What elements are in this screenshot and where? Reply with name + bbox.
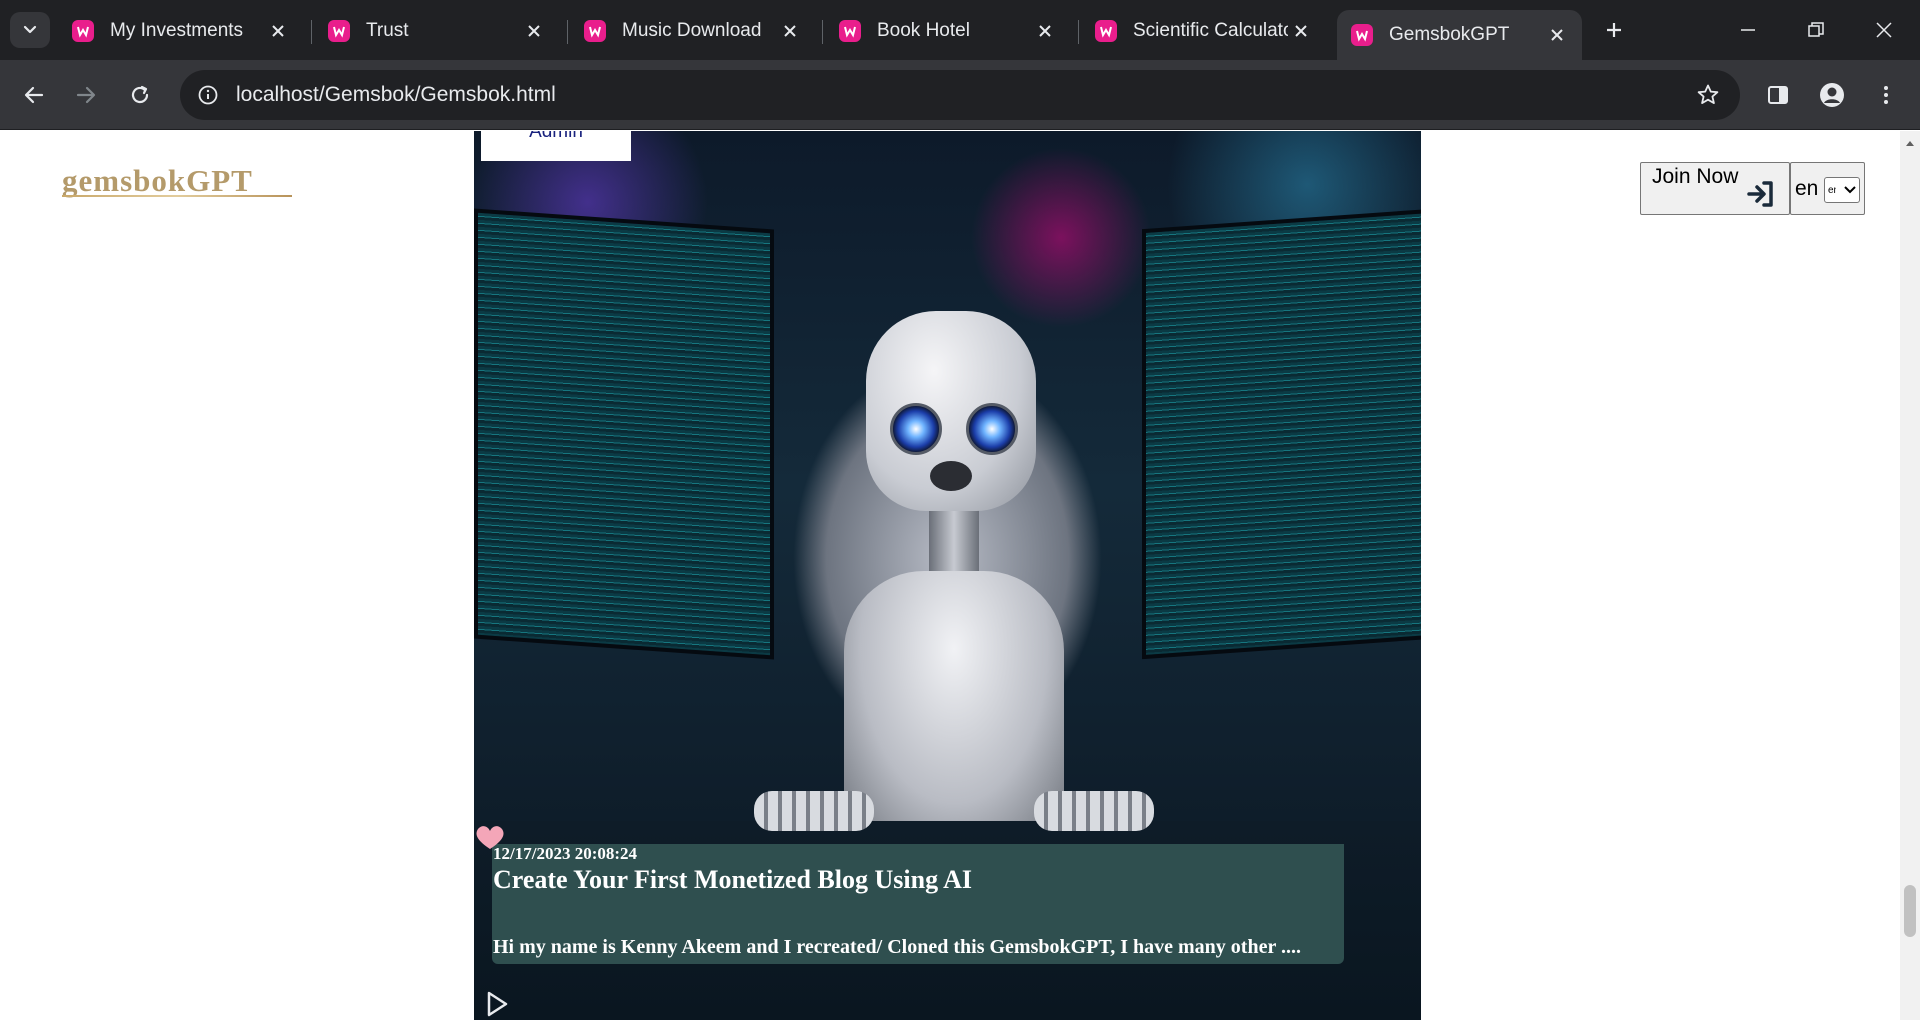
language-picker: en en: [1790, 162, 1865, 215]
scroll-up-arrow-icon[interactable]: [1904, 137, 1916, 149]
browser-toolbar: localhost/Gemsbok/Gemsbok.html: [0, 60, 1920, 130]
app-favicon-icon: [1351, 24, 1373, 46]
tab-gemsbokgpt[interactable]: GemsbokGPT: [1337, 10, 1582, 60]
forward-button[interactable]: [68, 77, 104, 113]
close-icon[interactable]: [265, 18, 291, 44]
bookmark-star-icon[interactable]: [1694, 81, 1722, 109]
robot-eye-right: [966, 403, 1018, 455]
profile-button[interactable]: [1814, 77, 1850, 113]
close-icon[interactable]: [777, 18, 803, 44]
minimize-icon: [1741, 29, 1755, 31]
tab-title: Trust: [366, 20, 409, 41]
browser-menu-button[interactable]: [1868, 77, 1904, 113]
address-bar[interactable]: localhost/Gemsbok/Gemsbok.html: [180, 70, 1740, 120]
kebab-menu-icon: [1884, 86, 1888, 104]
arrow-left-icon: [24, 86, 44, 104]
page-viewport: gemsbokGPT 12/17/2023 20:08:24 Create Yo…: [0, 131, 1920, 1020]
post-excerpt: Hi my name is Kenny Akeem and I recreate…: [493, 936, 1301, 958]
tab-title: My Investments: [110, 20, 244, 41]
post-date: 12/17/2023 20:08:24: [493, 844, 638, 863]
tab-separator: [822, 20, 823, 44]
chevron-down-icon: [23, 25, 37, 34]
right-monitor: [1142, 208, 1421, 660]
tab-book-hotel[interactable]: Book Hotel: [825, 10, 1070, 52]
app-favicon-icon: [328, 20, 350, 42]
language-select[interactable]: en: [1824, 177, 1860, 203]
reload-icon: [131, 85, 149, 104]
robot-eye-left: [890, 403, 942, 455]
tab-separator: [1078, 20, 1079, 44]
app-favicon-icon: [839, 20, 861, 42]
side-panel-button[interactable]: [1760, 77, 1796, 113]
close-icon[interactable]: [1288, 18, 1314, 44]
robot-body: [844, 571, 1064, 831]
profile-avatar-icon: [1820, 83, 1844, 107]
tab-title: Music Download: [622, 20, 762, 41]
back-button[interactable]: [16, 77, 52, 113]
post-title[interactable]: Create Your First Monetized Blog Using A…: [493, 865, 972, 895]
close-icon: [1876, 22, 1892, 38]
tab-separator: [567, 20, 568, 44]
robot-hand-left: [754, 791, 874, 831]
tab-trust[interactable]: Trust: [314, 10, 559, 52]
url-text[interactable]: localhost/Gemsbok/Gemsbok.html: [236, 83, 556, 107]
tab-strip: My Investments Trust Music Download Book…: [0, 0, 1920, 60]
robot-neck: [929, 506, 979, 581]
restore-icon: [1808, 22, 1824, 37]
tab-my-investments[interactable]: My Investments: [58, 10, 303, 52]
side-panel-icon: [1768, 86, 1788, 104]
plus-icon: [1607, 23, 1621, 37]
logo-underline: [62, 195, 292, 197]
robot-head: [866, 311, 1036, 511]
left-monitor: [474, 208, 774, 660]
login-arrow-icon: [1747, 181, 1773, 207]
tab-title: Book Hotel: [877, 20, 970, 41]
close-icon[interactable]: [1544, 22, 1570, 48]
join-now-label: Join Now: [1652, 165, 1739, 188]
restore-button[interactable]: [1782, 0, 1850, 60]
app-favicon-icon: [584, 20, 606, 42]
close-icon[interactable]: [521, 18, 547, 44]
close-window-button[interactable]: [1850, 0, 1918, 60]
tab-title: GemsbokGPT: [1389, 24, 1510, 45]
close-icon[interactable]: [1032, 18, 1058, 44]
app-favicon-icon: [72, 20, 94, 42]
robot-hand-right: [1034, 791, 1154, 831]
play-icon[interactable]: [486, 991, 508, 1017]
tab-scientific-calculator[interactable]: Scientific Calculator: [1081, 10, 1326, 52]
tab-title: Scientific Calculator: [1133, 20, 1288, 41]
tab-music-download[interactable]: Music Download: [570, 10, 815, 52]
site-logo[interactable]: gemsbokGPT: [62, 163, 253, 199]
admin-button[interactable]: Admin: [481, 131, 631, 161]
scrollbar-thumb[interactable]: [1904, 885, 1916, 937]
reload-button[interactable]: [122, 77, 158, 113]
chevron-down-icon: [1844, 186, 1856, 194]
site-info-icon[interactable]: [194, 81, 222, 109]
robot-nose: [930, 461, 972, 491]
vertical-scrollbar[interactable]: [1900, 131, 1920, 1020]
language-selected-value: en: [1828, 184, 1836, 196]
new-tab-button[interactable]: [1596, 12, 1632, 48]
language-label: en: [1795, 177, 1819, 200]
join-now-button[interactable]: Join Now: [1640, 162, 1790, 215]
tab-search-button[interactable]: [10, 12, 50, 48]
minimize-button[interactable]: [1714, 0, 1782, 60]
tab-separator: [311, 20, 312, 44]
hero-image: 12/17/2023 20:08:24 Create Your First Mo…: [474, 131, 1421, 1020]
app-favicon-icon: [1095, 20, 1117, 42]
arrow-right-icon: [76, 86, 96, 104]
